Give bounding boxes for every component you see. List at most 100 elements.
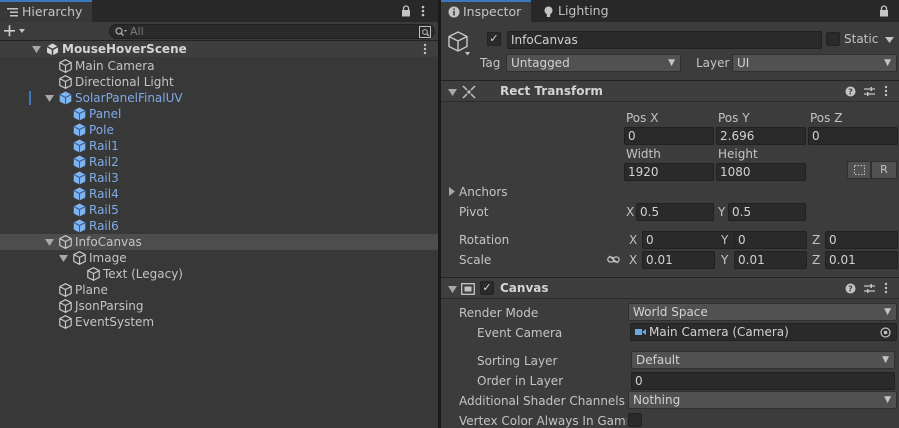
- rotation-y-label: Y: [721, 233, 729, 247]
- hierarchy-item[interactable]: JsonParsing: [0, 298, 438, 314]
- anchors-label[interactable]: Anchors: [459, 185, 508, 199]
- hierarchy-item[interactable]: Pole: [0, 122, 438, 138]
- object-picker-icon[interactable]: [879, 326, 892, 339]
- hierarchy-item[interactable]: Image: [0, 250, 438, 266]
- rect-transform-header[interactable]: Rect Transform ?: [441, 80, 899, 102]
- height-label: Height: [718, 147, 758, 161]
- hierarchy-item-label: Rail6: [89, 219, 119, 233]
- pivot-x-field[interactable]: 0.5: [636, 203, 714, 221]
- scale-x-field[interactable]: 0.01: [642, 251, 715, 269]
- expand-arrow-icon[interactable]: [58, 254, 68, 262]
- static-label: Static: [844, 32, 879, 46]
- scale-label: Scale: [459, 253, 492, 267]
- scale-y-label: Y: [721, 253, 729, 267]
- order-in-layer-field[interactable]: 0: [631, 372, 895, 390]
- lock-icon[interactable]: [400, 4, 412, 18]
- foldout-arrow-icon[interactable]: [447, 284, 457, 294]
- search-icon: [114, 26, 128, 38]
- tag-dropdown[interactable]: Untagged ▼: [506, 54, 681, 72]
- hierarchy-item[interactable]: Panel: [0, 106, 438, 122]
- object-name-input[interactable]: InfoCanvas: [507, 31, 822, 49]
- search-filter-icon[interactable]: [418, 25, 432, 38]
- help-icon[interactable]: ?: [844, 85, 856, 97]
- canvas-enabled-checkbox[interactable]: ✓: [480, 281, 494, 295]
- event-camera-field[interactable]: Main Camera (Camera): [630, 323, 897, 341]
- help-icon[interactable]: ?: [844, 282, 856, 294]
- scene-menu-icon[interactable]: [420, 42, 430, 56]
- order-in-layer-label: Order in Layer: [477, 374, 564, 388]
- sorting-layer-dropdown[interactable]: Default ▼: [631, 351, 895, 369]
- hierarchy-item[interactable]: Main Camera: [0, 58, 438, 74]
- hierarchy-item[interactable]: InfoCanvas: [0, 234, 438, 250]
- pos-x-field[interactable]: 0: [624, 127, 714, 145]
- shader-channels-label: Additional Shader Channels: [459, 394, 625, 408]
- hierarchy-item-label: Text (Legacy): [103, 267, 183, 281]
- shader-channels-value: Nothing: [633, 393, 681, 407]
- hierarchy-item[interactable]: SolarPanelFinalUV: [0, 90, 438, 106]
- raw-edit-button[interactable]: R: [871, 161, 897, 179]
- hierarchy-item[interactable]: Rail4: [0, 186, 438, 202]
- pos-z-field[interactable]: 0: [808, 127, 898, 145]
- expand-arrow-icon[interactable]: [44, 238, 54, 246]
- static-dropdown-arrow-icon[interactable]: [884, 35, 894, 45]
- hierarchy-item[interactable]: Rail6: [0, 218, 438, 234]
- foldout-arrow-icon[interactable]: [447, 87, 457, 97]
- tab-hierarchy[interactable]: Hierarchy: [0, 0, 92, 22]
- render-mode-dropdown[interactable]: World Space ▼: [628, 303, 897, 321]
- static-checkbox[interactable]: [826, 32, 840, 46]
- tag-value: Untagged: [511, 56, 570, 70]
- info-icon: [447, 5, 460, 18]
- presets-icon[interactable]: [863, 85, 875, 97]
- hierarchy-item[interactable]: Rail2: [0, 154, 438, 170]
- add-plus-icon[interactable]: [3, 23, 27, 39]
- gameobject-cube-icon[interactable]: [446, 30, 472, 58]
- component-menu-icon[interactable]: [881, 282, 891, 294]
- pivot-y-field[interactable]: 0.5: [728, 203, 806, 221]
- inspector-lock-icon[interactable]: [878, 4, 890, 18]
- expand-arrow-icon[interactable]: [31, 44, 41, 54]
- rotation-z-field[interactable]: 0: [825, 231, 898, 249]
- active-checkbox[interactable]: ✓: [487, 32, 501, 46]
- link-icon[interactable]: [606, 253, 620, 265]
- dotted-square-icon: [853, 165, 865, 175]
- hierarchy-item[interactable]: EventSystem: [0, 314, 438, 330]
- expand-arrow-icon[interactable]: [44, 94, 54, 102]
- hierarchy-item-label: Plane: [75, 283, 108, 297]
- sorting-layer-label: Sorting Layer: [477, 354, 558, 368]
- presets-icon[interactable]: [863, 282, 875, 294]
- hierarchy-item[interactable]: Directional Light: [0, 74, 438, 90]
- svg-text:?: ?: [848, 87, 853, 96]
- scale-y-field[interactable]: 0.01: [734, 251, 807, 269]
- anchors-foldout-icon[interactable]: [448, 186, 456, 196]
- raw-edit-label: R: [880, 163, 888, 176]
- rotation-x-label: X: [629, 233, 638, 247]
- tab-lighting[interactable]: Lighting: [536, 0, 616, 22]
- vertex-color-checkbox[interactable]: [628, 413, 642, 427]
- hierarchy-item-label: Rail5: [89, 203, 119, 217]
- chevron-down-icon: ▼: [668, 58, 675, 68]
- tab-inspector[interactable]: Inspector: [441, 0, 531, 22]
- shader-channels-dropdown[interactable]: Nothing ▼: [628, 391, 897, 409]
- rotation-y-field[interactable]: 0: [734, 231, 807, 249]
- component-menu-icon[interactable]: [881, 85, 891, 97]
- hierarchy-item[interactable]: Rail3: [0, 170, 438, 186]
- pos-y-field[interactable]: 2.696: [716, 127, 806, 145]
- gameobject-cube-icon: [58, 315, 72, 329]
- hierarchy-item-label: Rail2: [89, 155, 119, 169]
- scene-row[interactable]: MouseHoverScene: [0, 41, 438, 57]
- width-field[interactable]: 1920: [624, 163, 714, 181]
- hierarchy-item[interactable]: Text (Legacy): [0, 266, 438, 282]
- height-field[interactable]: 1080: [716, 163, 806, 181]
- blueprint-mode-button[interactable]: [847, 161, 871, 179]
- kebab-menu-icon[interactable]: [418, 4, 428, 18]
- canvas-header[interactable]: ✓ Canvas ?: [441, 277, 899, 299]
- layer-dropdown[interactable]: UI ▼: [732, 54, 897, 72]
- hierarchy-search-input[interactable]: All: [109, 24, 435, 39]
- hierarchy-item[interactable]: Rail1: [0, 138, 438, 154]
- tab-hierarchy-label: Hierarchy: [22, 4, 83, 19]
- chevron-down-icon: ▼: [882, 355, 889, 365]
- scale-z-field[interactable]: 0.01: [825, 251, 898, 269]
- hierarchy-item-label: JsonParsing: [75, 299, 144, 313]
- hierarchy-item[interactable]: Rail5: [0, 202, 438, 218]
- hierarchy-item[interactable]: Plane: [0, 282, 438, 298]
